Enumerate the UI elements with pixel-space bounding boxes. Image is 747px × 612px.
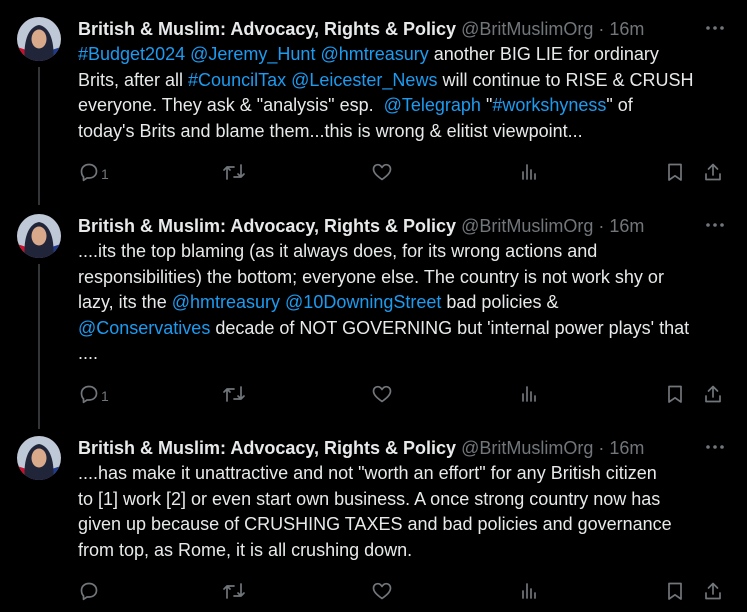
tweet-header: British & Muslim: Advocacy, Rights & Pol… bbox=[78, 214, 687, 238]
retweet-button[interactable] bbox=[222, 579, 246, 603]
display-name[interactable]: British & Muslim: Advocacy, Rights & Pol… bbox=[78, 19, 456, 39]
display-name[interactable]: British & Muslim: Advocacy, Rights & Pol… bbox=[78, 438, 456, 458]
reply-count: 1 bbox=[101, 165, 109, 182]
more-icon[interactable] bbox=[705, 23, 725, 33]
separator-dot: · bbox=[598, 216, 605, 236]
tweet-header: British & Muslim: Advocacy, Rights & Pol… bbox=[78, 17, 687, 41]
text-segment: ....its the top blaming (as it always do… bbox=[78, 241, 598, 261]
share-icon bbox=[703, 384, 723, 404]
mention-link[interactable]: @Leicester_News bbox=[291, 70, 437, 90]
more-icon[interactable] bbox=[705, 442, 725, 452]
retweet-icon bbox=[222, 581, 246, 601]
views-button[interactable] bbox=[519, 382, 539, 406]
avatar[interactable] bbox=[17, 436, 61, 480]
bookmark-button[interactable] bbox=[666, 382, 684, 406]
share-icon bbox=[703, 581, 723, 601]
action-bar: 1 bbox=[0, 382, 747, 406]
separator-dot: · bbox=[598, 19, 605, 39]
text-segment: decade of NOT GOVERNING but 'internal po… bbox=[210, 317, 690, 338]
text-segment: bad policies & bbox=[441, 292, 559, 312]
reply-button[interactable] bbox=[79, 579, 101, 603]
tweet[interactable]: British & Muslim: Advocacy, Rights & Pol… bbox=[0, 214, 747, 429]
retweet-button[interactable] bbox=[222, 160, 246, 184]
text-segment: " bbox=[480, 95, 493, 115]
bookmark-button[interactable] bbox=[666, 160, 684, 184]
avatar[interactable] bbox=[17, 17, 61, 61]
text-segment: responsibilities) the bottom; everyone e… bbox=[78, 266, 664, 287]
reply-button[interactable]: 1 bbox=[79, 160, 109, 184]
bookmark-icon bbox=[666, 162, 684, 182]
retweet-button[interactable] bbox=[222, 382, 246, 406]
display-name[interactable]: British & Muslim: Advocacy, Rights & Pol… bbox=[78, 216, 456, 236]
hashtag-link[interactable]: #workshyness bbox=[492, 95, 606, 115]
username[interactable]: @BritMuslimOrg bbox=[461, 19, 593, 39]
share-button[interactable] bbox=[703, 579, 723, 603]
tweet[interactable]: British & Muslim: Advocacy, Rights & Pol… bbox=[0, 436, 747, 612]
text-segment: " of bbox=[606, 95, 633, 115]
mention-link[interactable]: @10DowningStreet bbox=[285, 292, 441, 312]
mention-link[interactable]: @Jeremy_Hunt bbox=[190, 44, 315, 64]
text-segment: another BIG LIE for ordinary bbox=[428, 44, 659, 64]
thread: British & Muslim: Advocacy, Rights & Pol… bbox=[0, 0, 747, 612]
hashtag-link[interactable]: #Budget2024 bbox=[78, 44, 185, 64]
text-segment: from top, as Rome, it is all crushing do… bbox=[78, 539, 413, 560]
retweet-icon bbox=[222, 162, 246, 182]
mention-link[interactable]: @Telegraph bbox=[384, 95, 481, 115]
text-segment: .... bbox=[78, 343, 99, 363]
text-segment: will continue to RISE & CRUSH bbox=[437, 69, 694, 90]
reply-icon bbox=[79, 384, 99, 404]
timestamp[interactable]: 16m bbox=[609, 19, 644, 39]
views-button[interactable] bbox=[519, 160, 539, 184]
views-icon bbox=[519, 162, 539, 182]
tweet-header: British & Muslim: Advocacy, Rights & Pol… bbox=[78, 436, 687, 460]
tweet[interactable]: British & Muslim: Advocacy, Rights & Pol… bbox=[0, 17, 747, 205]
views-icon bbox=[519, 384, 539, 404]
views-icon bbox=[519, 581, 539, 601]
text-segment: Brits, after all bbox=[78, 69, 189, 90]
action-bar bbox=[0, 579, 747, 603]
action-bar: 1 bbox=[0, 160, 747, 184]
thread-connector bbox=[38, 67, 40, 205]
share-button[interactable] bbox=[703, 160, 723, 184]
mention-link[interactable]: @Conservatives bbox=[78, 318, 210, 338]
timestamp[interactable]: 16m bbox=[609, 438, 644, 458]
text-segment: today's Brits and blame them...this is w… bbox=[78, 120, 583, 141]
username[interactable]: @BritMuslimOrg bbox=[461, 216, 593, 236]
mention-link[interactable]: @hmtreasury bbox=[320, 44, 428, 64]
hashtag-link[interactable]: #CouncilTax bbox=[188, 70, 286, 90]
tweet-text: ....its the top blaming (as it always do… bbox=[78, 239, 729, 367]
timestamp[interactable]: 16m bbox=[609, 216, 644, 236]
like-button[interactable] bbox=[371, 160, 393, 184]
bookmark-button[interactable] bbox=[666, 579, 684, 603]
reply-button[interactable]: 1 bbox=[79, 382, 109, 406]
views-button[interactable] bbox=[519, 579, 539, 603]
like-icon bbox=[371, 581, 393, 601]
text-segment: everyone. They ask & "analysis" esp. bbox=[78, 95, 384, 115]
like-icon bbox=[371, 162, 393, 182]
reply-icon bbox=[79, 581, 99, 601]
tweet-text: #Budget2024 @Jeremy_Hunt @hmtreasury ano… bbox=[78, 42, 729, 144]
text-segment: lazy, its the bbox=[78, 292, 172, 312]
separator-dot: · bbox=[598, 438, 605, 458]
like-button[interactable] bbox=[371, 382, 393, 406]
text-segment: given up because of CRUSHING TAXES and b… bbox=[78, 514, 672, 534]
like-button[interactable] bbox=[371, 579, 393, 603]
mention-link[interactable]: @hmtreasury bbox=[172, 292, 280, 312]
more-icon[interactable] bbox=[705, 220, 725, 230]
bookmark-icon bbox=[666, 384, 684, 404]
share-button[interactable] bbox=[703, 382, 723, 406]
tweet-text: ....has make it unattractive and not "wo… bbox=[78, 461, 729, 563]
like-icon bbox=[371, 384, 393, 404]
reply-icon bbox=[79, 162, 99, 182]
retweet-icon bbox=[222, 384, 246, 404]
avatar[interactable] bbox=[17, 214, 61, 258]
username[interactable]: @BritMuslimOrg bbox=[461, 438, 593, 458]
reply-count: 1 bbox=[101, 387, 109, 404]
share-icon bbox=[703, 162, 723, 182]
text-segment: ....has make it unattractive and not "wo… bbox=[78, 463, 657, 483]
bookmark-icon bbox=[666, 581, 684, 601]
text-segment: to [1] work [2] or even start own busine… bbox=[78, 488, 661, 509]
